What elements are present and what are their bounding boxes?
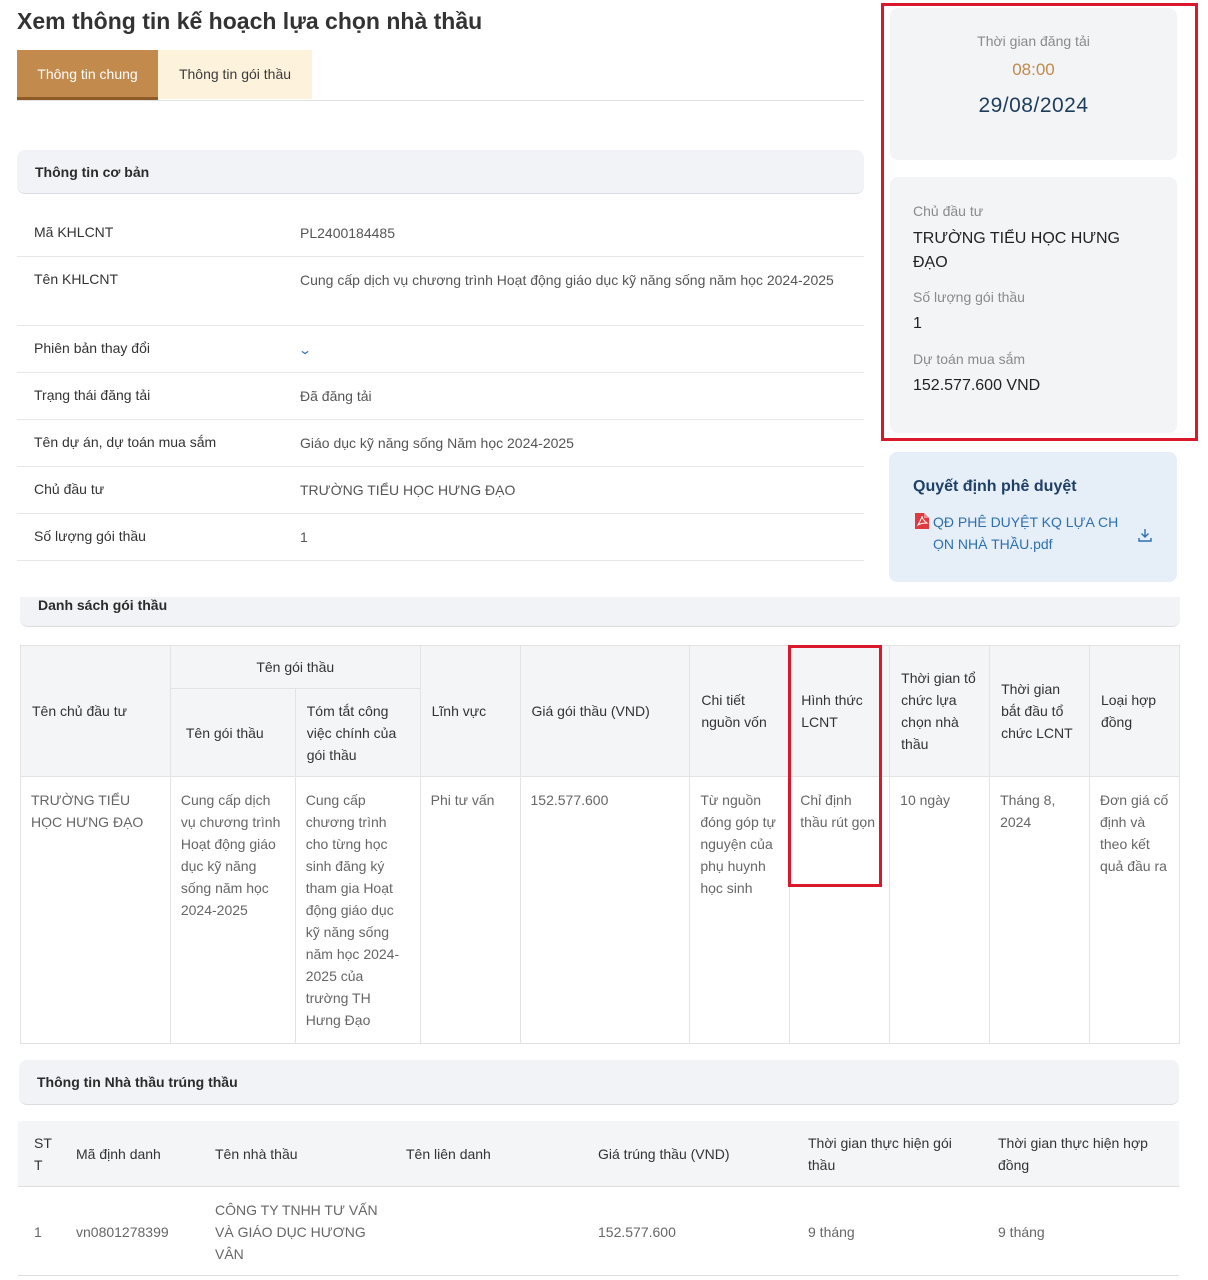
package-table: Tên chủ đầu tư Tên gói thầu Lĩnh vực Giá…: [20, 645, 1180, 1044]
cell-stt: 1: [34, 1221, 42, 1243]
winner-heading: Thông tin Nhà thầu trúng thầu: [19, 1060, 1179, 1105]
cell-field: Phi tư vấn: [420, 777, 520, 1044]
info-row-package-count: Số lượng gói thầu 1: [17, 514, 864, 561]
cell-summary: Cung cấp chương trình cho từng học sinh …: [295, 777, 420, 1044]
version-dropdown[interactable]: ⌄: [300, 338, 845, 361]
col-header-joint: Tên liên danh: [406, 1143, 491, 1165]
info-label: Phiên bản thay đổi: [34, 340, 150, 356]
cell-price: 152.577.600: [598, 1221, 676, 1243]
col-header-field: Lĩnh vực: [420, 646, 520, 777]
plan-name-value: Cung cấp dịch vụ chương trình Hoạt động …: [300, 269, 845, 291]
package-list-heading: Danh sách gói thầu: [20, 597, 1180, 627]
cell-contract: Đơn giá cố định và theo kết quả đầu ra: [1089, 777, 1179, 1044]
cell-pkg-time: 9 tháng: [808, 1221, 855, 1243]
table-row: TRƯỜNG TIỂU HỌC HƯNG ĐẠO Cung cấp dịch v…: [21, 777, 1180, 1044]
info-label: Số lượng gói thầu: [34, 528, 146, 544]
info-row-status: Trạng thái đăng tải Đã đăng tải: [17, 373, 864, 420]
info-row-plan-name: Tên KHLCNT Cung cấp dịch vụ chương trình…: [17, 257, 864, 326]
winner-table-header: STT Mã định danh Tên nhà thầu Tên liên d…: [18, 1121, 1179, 1187]
table-row: 1 vn0801278399 CÔNG TY TNHH TƯ VẤN VÀ GI…: [18, 1188, 1179, 1276]
cell-id: vn0801278399: [76, 1221, 169, 1243]
info-row-version: Phiên bản thay đổi ⌄: [17, 326, 864, 373]
col-header-start: Thời gian bắt đầu tổ chức LCNT: [990, 646, 1090, 777]
approval-decision-card: Quyết định phê duyệt QĐ PHÊ DUYỆT KQ LỰA…: [889, 452, 1177, 582]
highlight-box: [788, 645, 882, 887]
cell-package-name: Cung cấp dịch vụ chương trình Hoạt động …: [170, 777, 295, 1044]
col-header-id: Mã định danh: [76, 1143, 161, 1165]
decision-title: Quyết định phê duyệt: [913, 478, 1077, 496]
chevron-down-icon[interactable]: ⌄: [298, 339, 312, 361]
cell-contract-time: 9 tháng: [998, 1221, 1045, 1243]
basic-info-heading: Thông tin cơ bản: [17, 150, 864, 194]
project-value: Giáo dục kỹ năng sống Năm học 2024-2025: [300, 432, 845, 454]
col-header-investor: Tên chủ đầu tư: [21, 646, 171, 777]
info-row-project: Tên dự án, dự toán mua sắm Giáo dục kỹ n…: [17, 420, 864, 467]
status-value: Đã đăng tải: [300, 385, 845, 407]
cell-start: Tháng 8, 2024: [990, 777, 1090, 1044]
info-row-plan-code: Mã KHLCNT PL2400184485: [17, 210, 864, 257]
info-label: Trạng thái đăng tải: [34, 387, 150, 403]
col-header-source: Chi tiết nguồn vốn: [690, 646, 790, 777]
col-header-contract-time: Thời gian thực hiện hợp đồng: [998, 1132, 1168, 1176]
col-header-contract: Loại hợp đồng: [1089, 646, 1179, 777]
decision-file-line[interactable]: QĐ PHÊ DUYỆT KQ LỰA CH: [933, 511, 1133, 533]
decision-file-link[interactable]: QĐ PHÊ DUYỆT KQ LỰA CH ỌN NHÀ THẦU.pdf: [933, 511, 1133, 555]
info-label: Tên dự án, dự toán mua sắm: [34, 434, 216, 450]
col-header-price: Giá trúng thầu (VND): [598, 1143, 730, 1165]
cell-price: 152.577.600: [520, 777, 690, 1044]
highlight-box: [881, 3, 1198, 441]
plan-code-value: PL2400184485: [300, 222, 845, 244]
investor-value: TRƯỜNG TIỂU HỌC HƯNG ĐẠO: [300, 479, 845, 501]
package-count-value: 1: [300, 526, 845, 548]
tab-package-info[interactable]: Thông tin gói thầu: [158, 50, 312, 99]
info-label: Mã KHLCNT: [34, 224, 113, 240]
page-title: Xem thông tin kế hoạch lựa chọn nhà thầu: [17, 8, 482, 35]
col-header-duration: Thời gian tổ chức lựa chọn nhà thầu: [890, 646, 990, 777]
col-header-pkg-time: Thời gian thực hiện gói thầu: [808, 1132, 978, 1176]
tab-bar: Thông tin chung Thông tin gói thầu: [17, 50, 864, 101]
col-header-package-name: Tên gói thầu: [170, 689, 295, 777]
col-header-price: Giá gói thầu (VND): [520, 646, 690, 777]
col-header-package-group: Tên gói thầu: [170, 646, 420, 689]
tab-general-info[interactable]: Thông tin chung: [17, 50, 158, 100]
cell-name: CÔNG TY TNHH TƯ VẤN VÀ GIÁO DỤC HƯƠNG VÂ…: [215, 1199, 390, 1265]
info-row-investor: Chủ đầu tư TRƯỜNG TIỂU HỌC HƯNG ĐẠO: [17, 467, 864, 514]
info-label: Chủ đầu tư: [34, 481, 104, 497]
col-header-name: Tên nhà thầu: [215, 1143, 298, 1165]
pdf-file-icon: [914, 512, 930, 533]
download-icon[interactable]: [1137, 527, 1153, 546]
decision-file-line[interactable]: ỌN NHÀ THẦU.pdf: [933, 533, 1133, 555]
cell-investor: TRƯỜNG TIỂU HỌC HƯNG ĐẠO: [21, 777, 171, 1044]
col-header-summary: Tóm tắt công việc chính của gói thầu: [295, 689, 420, 777]
col-header-stt: STT: [34, 1132, 56, 1176]
info-label: Tên KHLCNT: [34, 271, 118, 287]
cell-source: Từ nguồn đóng góp tự nguyện của phụ huyn…: [690, 777, 790, 1044]
cell-duration: 10 ngày: [890, 777, 990, 1044]
